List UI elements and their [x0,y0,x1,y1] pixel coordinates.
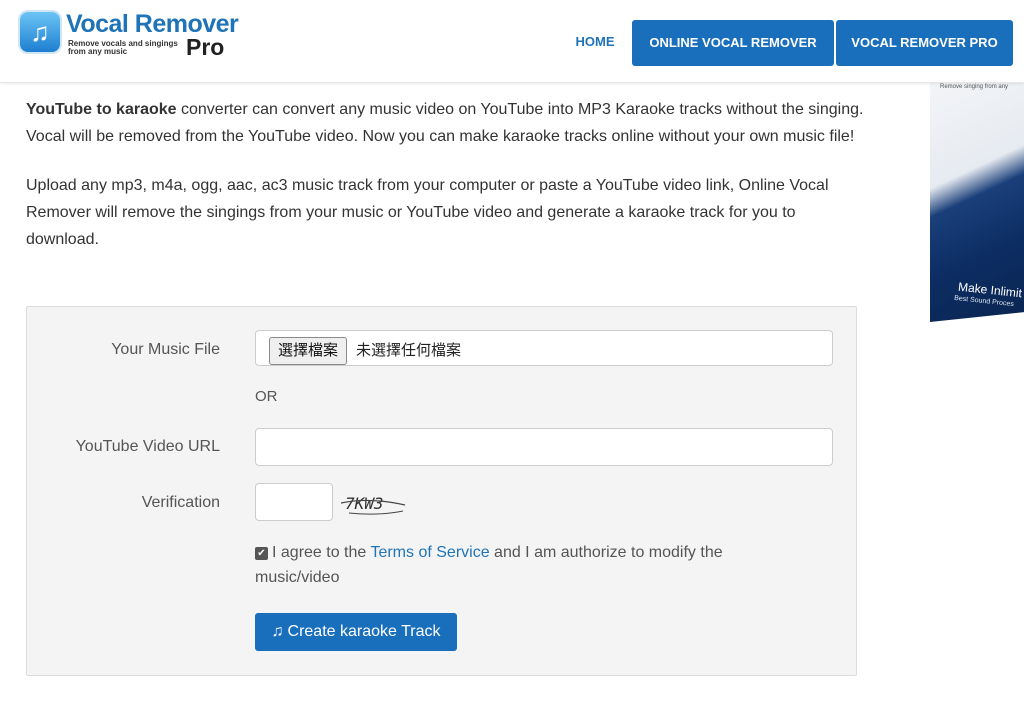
logo[interactable]: ♫ Vocal Remover Remove vocals and singin… [18,10,239,60]
terms-agreement: ✔ I agree to the Terms of Service and I a… [255,540,775,590]
music-file-input[interactable]: 選擇檔案 未選擇任何檔案 [255,330,833,366]
agree-prefix-text: I agree to the [272,544,371,561]
music-note-icon: ♫ [18,10,62,54]
site-header: ♫ Vocal Remover Remove vocals and singin… [0,0,1024,83]
verification-label: Verification [141,494,220,511]
promo-top-text: Remove singing from any [940,84,1009,90]
music-note-icon: ♫ [271,623,284,640]
logo-text: Vocal Remover Remove vocals and singings… [66,10,239,60]
youtube-url-label: YouTube Video URL [75,438,220,455]
terms-of-service-link[interactable]: Terms of Service [370,544,489,561]
file-status-text: 未選擇任何檔案 [356,342,462,359]
logo-pro: Pro [186,34,225,60]
promo-product-box[interactable]: Remove singing from any Make Inlimit Bes… [930,78,1024,322]
logo-subtitle: Remove vocals and singings from any musi… [68,39,178,56]
intro-paragraph-1: YouTube to karaoke converter can convert… [26,96,866,150]
music-file-label: Your Music File [111,341,220,358]
captcha-text: 7KW3 [345,494,384,513]
or-divider-text: OR [255,388,278,405]
submit-label: Create karaoke Track [287,623,441,640]
nav-vocal-remover-pro-button[interactable]: VOCAL REMOVER PRO [836,20,1013,66]
captcha-image: 7KW3 [340,494,406,515]
nav-home-link[interactable]: HOME [561,20,629,64]
intro-paragraph-2: Upload any mp3, m4a, ogg, aac, ac3 music… [26,177,829,248]
verification-input[interactable] [255,483,333,521]
intro-bold-text: YouTube to karaoke [26,101,177,118]
youtube-url-input[interactable] [255,428,833,466]
intro-content: YouTube to karaoke converter can convert… [26,96,866,275]
nav-online-vocal-remover-button[interactable]: ONLINE VOCAL REMOVER [632,20,834,66]
choose-file-button[interactable]: 選擇檔案 [269,337,348,365]
create-karaoke-track-button[interactable]: ♫ Create karaoke Track [255,613,457,651]
karaoke-form: Your Music File 選擇檔案 未選擇任何檔案 OR YouTube … [26,306,857,676]
agree-checkbox[interactable]: ✔ [255,547,268,560]
